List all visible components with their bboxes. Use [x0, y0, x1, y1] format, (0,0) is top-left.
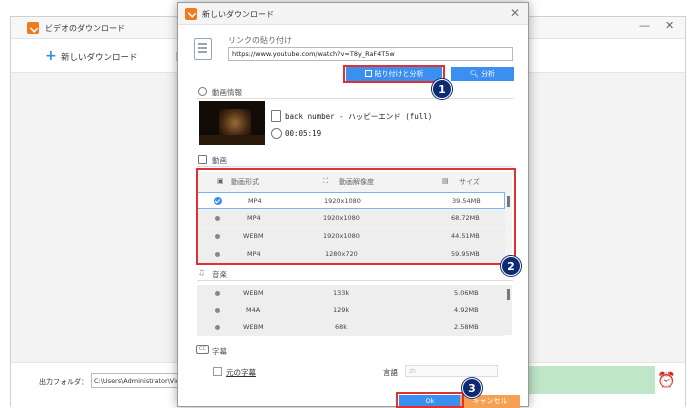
row-format: WEBM [243, 323, 264, 331]
search-icon: 🔍︎ [469, 70, 482, 78]
video-info-label: 動画情報 [212, 88, 242, 97]
main-download-button[interactable] [527, 366, 655, 394]
dialog-title: 新しいダウンロード [202, 10, 274, 19]
radio-dot-icon [215, 325, 220, 330]
main-close-button[interactable]: ✕ [665, 19, 674, 32]
video-section-label: 動画 [212, 156, 227, 165]
step-badge-2: 2 [501, 256, 521, 276]
row-size: 5.06MB [454, 289, 479, 297]
video-title: back number - ハッピーエンド (full) [285, 112, 433, 121]
radio-dot-icon [215, 308, 220, 313]
row-size: 2.58MB [454, 323, 479, 331]
output-folder-label: 出力フォルダ： [39, 378, 88, 386]
dialog-close-button[interactable]: ✕ [510, 6, 520, 20]
language-label: 言語 [383, 368, 398, 377]
thumbnail-glow [219, 109, 251, 137]
step-badge-1: 1 [432, 79, 452, 99]
table-row[interactable]: M4A 129k 4.92MB [197, 302, 505, 319]
row-size: 4.92MB [454, 306, 479, 314]
link-paste-label: リンクの貼り付け [228, 36, 292, 45]
subtitle-section-label: 字幕 [212, 347, 227, 356]
analyze-button[interactable]: 🔍︎ 分析 [451, 67, 514, 81]
output-folder-field[interactable]: C:\Users\Administrator\Videos\ [91, 373, 183, 388]
video-thumbnail [199, 101, 265, 145]
row-bitrate: 68k [335, 323, 348, 331]
thumbnail-strip [199, 135, 265, 145]
url-input[interactable] [228, 47, 513, 61]
highlight-box-video [196, 168, 516, 265]
new-download-dialog: 新しいダウンロード ✕ リンクの貼り付け 貼り付けと分析 🔍︎ 分析 動画情報 … [177, 2, 529, 408]
divider [197, 98, 513, 99]
video-duration: 00:05:19 [285, 129, 322, 138]
analyze-label: 分析 [481, 70, 496, 78]
alarm-clock-icon[interactable]: ⏰ [657, 371, 676, 389]
main-window-title: ビデオのダウンロード [45, 24, 125, 33]
row-format: WEBM [243, 289, 264, 297]
music-note-icon: ♫ [198, 268, 205, 277]
table-row[interactable]: WEBM 133k 5.06MB [197, 285, 505, 302]
row-bitrate: 129k [333, 306, 350, 314]
clipboard-link-icon [194, 38, 212, 60]
language-select[interactable]: zh [405, 365, 498, 377]
clock-icon [271, 128, 282, 139]
radio-dot-icon [215, 291, 220, 296]
info-icon [198, 87, 207, 96]
download-app-icon [185, 8, 197, 20]
step-badge-3: 3 [462, 378, 482, 398]
divider [197, 280, 513, 281]
download-app-icon [27, 22, 39, 34]
original-subtitle-checkbox[interactable] [213, 367, 222, 376]
dialog-title-bar: 新しいダウンロード ✕ [178, 3, 528, 25]
subtitle-cc-icon: CC [196, 345, 209, 354]
audio-section-label: 音楽 [212, 270, 227, 279]
row-format: M4A [246, 306, 261, 314]
highlight-box-ok [396, 392, 464, 408]
divider [197, 166, 513, 167]
video-section-icon [198, 155, 207, 164]
plus-icon: + [45, 48, 57, 64]
highlight-box-paste [343, 65, 445, 83]
row-bitrate: 133k [333, 289, 350, 297]
table-row[interactable]: WEBM 68k 2.58MB [197, 319, 505, 336]
audio-format-table: WEBM 133k 5.06MB M4A 129k 4.92MB WEBM 68… [197, 285, 512, 336]
new-download-button[interactable]: 新しいダウンロード [61, 51, 138, 63]
document-icon [271, 110, 281, 122]
minimize-button[interactable]: — [639, 19, 650, 32]
audio-table-scrollbar[interactable] [507, 289, 510, 300]
original-subtitle-label[interactable]: 元の字幕 [226, 367, 256, 378]
